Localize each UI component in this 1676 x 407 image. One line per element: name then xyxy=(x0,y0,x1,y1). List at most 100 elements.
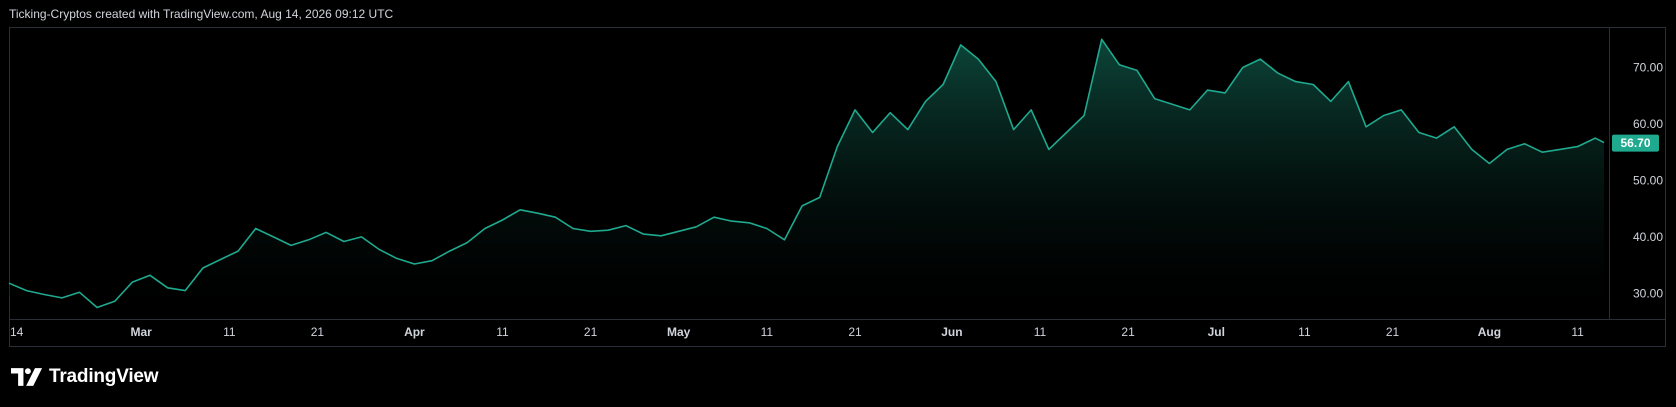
price-point xyxy=(1066,132,1068,134)
price-point xyxy=(1030,109,1032,111)
x-tick-label: 11 xyxy=(223,325,236,339)
price-point xyxy=(167,287,169,289)
y-tick-label: 70.00 xyxy=(1633,61,1663,75)
price-area-fill xyxy=(9,39,1604,308)
x-tick-label: 11 xyxy=(1298,325,1311,339)
price-point xyxy=(1330,100,1332,102)
price-point xyxy=(272,236,274,238)
price-point xyxy=(1101,38,1103,40)
price-point xyxy=(1383,115,1385,117)
price-point xyxy=(325,231,327,233)
price-point xyxy=(43,294,45,296)
price-point xyxy=(202,267,204,269)
price-point xyxy=(801,205,803,207)
x-tick-label: May xyxy=(667,325,691,339)
price-point xyxy=(607,229,609,231)
price-point xyxy=(1224,92,1226,94)
price-point xyxy=(1189,109,1191,111)
x-tick-label: 11 xyxy=(1034,325,1047,339)
tradingview-logo-icon xyxy=(11,368,43,386)
x-tick-label: 11 xyxy=(1571,325,1584,339)
x-tick-label: Mar xyxy=(131,325,153,339)
price-point xyxy=(1154,98,1156,100)
x-tick-label: 21 xyxy=(311,325,325,339)
price-point xyxy=(554,216,556,218)
price-point xyxy=(1453,126,1455,128)
price-point xyxy=(1365,126,1367,128)
price-point xyxy=(8,282,10,284)
y-tick-label: 50.00 xyxy=(1633,174,1663,188)
price-point xyxy=(431,260,433,262)
price-point xyxy=(1541,151,1543,153)
price-point xyxy=(1418,132,1420,134)
price-point xyxy=(872,132,874,134)
price-point xyxy=(1577,146,1579,148)
x-tick-label: 14 xyxy=(10,325,24,339)
price-point xyxy=(378,248,380,250)
price-point xyxy=(1259,58,1261,60)
x-tick-label: 21 xyxy=(1386,325,1400,339)
price-point xyxy=(1506,148,1508,150)
price-point xyxy=(995,81,997,83)
price-chart[interactable]: 14 Mar 11 21 Apr 11 21 May 11 21 Jun 11 21 Jul 11 21 Aug… xyxy=(0,0,1676,407)
price-point xyxy=(131,281,133,283)
price-point xyxy=(1312,84,1314,86)
price-point xyxy=(537,212,539,214)
price-point xyxy=(1603,142,1605,144)
price-point xyxy=(361,236,363,238)
price-point xyxy=(114,300,116,302)
y-tick-label: 30.00 xyxy=(1633,286,1663,300)
price-point xyxy=(1207,89,1209,91)
price-point xyxy=(290,244,292,246)
x-tick-label: 21 xyxy=(848,325,862,339)
price-point xyxy=(449,250,451,252)
price-point xyxy=(237,250,239,252)
x-tick-label: Jun xyxy=(941,325,962,339)
price-point xyxy=(1559,148,1561,150)
x-tick-label: Aug xyxy=(1478,325,1501,339)
price-point xyxy=(1524,143,1526,145)
price-point xyxy=(925,100,927,102)
price-point xyxy=(343,241,345,243)
price-point xyxy=(590,230,592,232)
last-price-value: 56.70 xyxy=(1620,136,1650,150)
price-point xyxy=(396,257,398,259)
x-tick-label: 11 xyxy=(496,325,509,339)
price-point xyxy=(1347,81,1349,83)
price-point xyxy=(643,233,645,235)
tradingview-brand[interactable]: TradingView xyxy=(11,366,159,388)
price-point xyxy=(572,228,574,230)
price-point xyxy=(255,228,257,230)
price-point xyxy=(766,228,768,230)
price-point xyxy=(519,209,521,211)
price-point xyxy=(466,242,468,244)
price-point xyxy=(1594,137,1596,139)
price-point xyxy=(1277,72,1279,74)
price-point xyxy=(660,235,662,237)
price-point xyxy=(695,226,697,228)
price-point xyxy=(1136,69,1138,71)
x-tick-label: Apr xyxy=(404,325,425,339)
price-point xyxy=(960,44,962,46)
price-point xyxy=(625,225,627,227)
price-point xyxy=(1400,109,1402,111)
price-point xyxy=(184,290,186,292)
price-point xyxy=(889,112,891,114)
x-tick-label: 21 xyxy=(1121,325,1135,339)
price-point xyxy=(819,196,821,198)
price-point xyxy=(79,291,81,293)
price-point xyxy=(836,146,838,148)
price-point xyxy=(1436,137,1438,139)
price-point xyxy=(1471,148,1473,150)
price-point xyxy=(220,259,222,261)
y-tick-label: 40.00 xyxy=(1633,230,1663,244)
price-point xyxy=(149,274,151,276)
price-point xyxy=(977,58,979,60)
price-point xyxy=(26,290,28,292)
price-point xyxy=(907,129,909,131)
price-point xyxy=(1171,103,1173,105)
x-tick-label: 11 xyxy=(761,325,774,339)
price-point xyxy=(1488,163,1490,165)
price-point xyxy=(713,216,715,218)
price-point xyxy=(413,263,415,265)
